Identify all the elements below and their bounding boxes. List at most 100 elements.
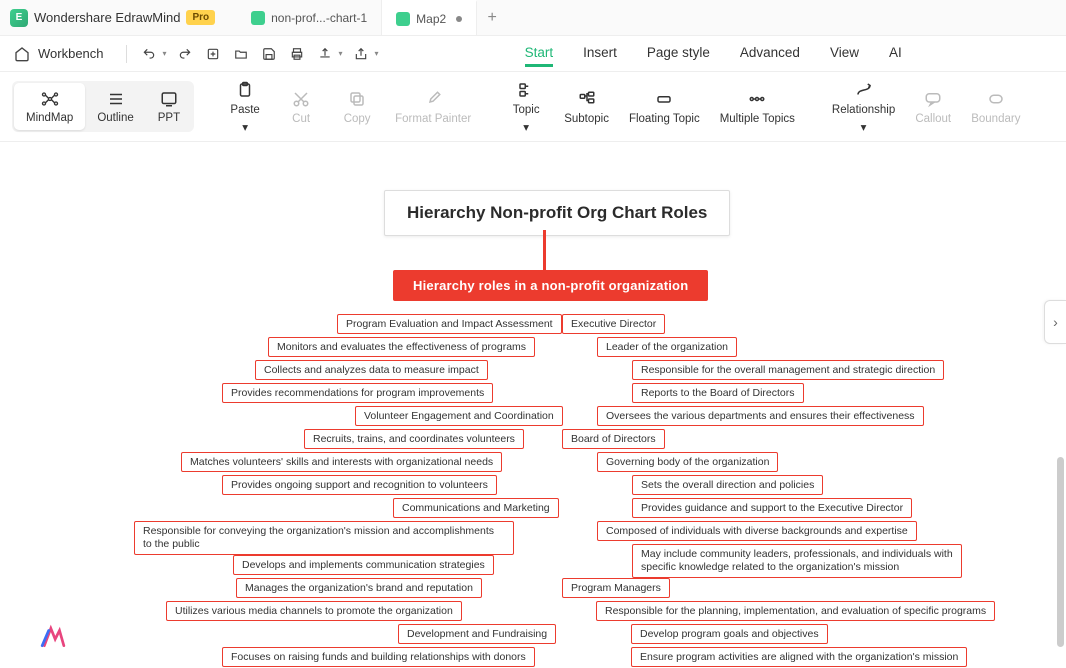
unsaved-dot-icon [456, 16, 462, 22]
pro-badge: Pro [186, 10, 215, 25]
relationship-icon [854, 80, 874, 100]
menu-insert[interactable]: Insert [583, 41, 617, 67]
view-ppt[interactable]: PPT [146, 83, 192, 130]
chevron-down-icon[interactable]: ▾ [339, 49, 343, 58]
view-mindmap[interactable]: MindMap [14, 83, 85, 130]
app-watermark-icon [40, 624, 66, 650]
menu-items: Start Insert Page style Advanced View AI [525, 41, 902, 67]
tab-map2[interactable]: Map2 [382, 0, 477, 35]
node-matches[interactable]: Matches volunteers' skills and interests… [181, 452, 502, 472]
menu-advanced[interactable]: Advanced [740, 41, 800, 67]
canvas[interactable]: Hierarchy Non-profit Org Chart Roles Hie… [0, 142, 1066, 668]
node-monitors[interactable]: Monitors and evaluates the effectiveness… [268, 337, 535, 357]
node-ensure-align[interactable]: Ensure program activities are aligned wi… [631, 647, 967, 667]
node-board[interactable]: Board of Directors [562, 429, 665, 449]
format-painter-button[interactable]: Format Painter [385, 85, 481, 129]
diagram-title[interactable]: Hierarchy Non-profit Org Chart Roles [384, 190, 730, 236]
subtopic-icon [577, 89, 597, 109]
subtopic-button[interactable]: Subtopic [554, 85, 619, 129]
topic-button[interactable]: Topic▾ [498, 76, 554, 138]
node-provides-guidance[interactable]: Provides guidance and support to the Exe… [632, 498, 912, 518]
share-icon[interactable] [353, 46, 369, 62]
node-prog-mgr[interactable]: Program Managers [562, 578, 670, 598]
tab-label: non-prof...-chart-1 [271, 11, 367, 25]
document-icon [396, 12, 410, 26]
connector [543, 230, 546, 272]
node-collects[interactable]: Collects and analyzes data to measure im… [255, 360, 488, 380]
boundary-button[interactable]: Boundary [961, 85, 1030, 129]
document-tabs: non-prof...-chart-1 Map2 + [237, 0, 507, 35]
chevron-down-icon[interactable]: ▾ [163, 49, 167, 58]
node-recruits[interactable]: Recruits, trains, and coordinates volunt… [304, 429, 524, 449]
node-manages-brand[interactable]: Manages the organization's brand and rep… [236, 578, 482, 598]
node-may-include[interactable]: May include community leaders, professio… [632, 544, 962, 578]
node-leader[interactable]: Leader of the organization [597, 337, 737, 357]
node-provides-rec[interactable]: Provides recommendations for program imp… [222, 383, 493, 403]
multiple-topics-button[interactable]: Multiple Topics [710, 85, 805, 129]
workbench-link[interactable]: Workbench [38, 46, 104, 61]
node-utilizes[interactable]: Utilizes various media channels to promo… [166, 601, 462, 621]
title-bar: E Wondershare EdrawMind Pro non-prof...-… [0, 0, 1066, 36]
divider [126, 45, 127, 63]
document-icon [251, 11, 265, 25]
vertical-scrollbar[interactable] [1057, 457, 1064, 647]
node-composed[interactable]: Composed of individuals with diverse bac… [597, 521, 917, 541]
node-provides-support[interactable]: Provides ongoing support and recognition… [222, 475, 497, 495]
open-icon[interactable] [233, 46, 249, 62]
node-volunteer[interactable]: Volunteer Engagement and Coordination [355, 406, 563, 426]
node-responsible-plan[interactable]: Responsible for the planning, implementa… [596, 601, 995, 621]
undo-icon[interactable] [141, 46, 157, 62]
print-icon[interactable] [289, 46, 305, 62]
paste-icon [235, 80, 255, 100]
node-focuses[interactable]: Focuses on raising funds and building re… [222, 647, 535, 667]
add-tab-button[interactable]: + [477, 9, 507, 27]
chevron-down-icon[interactable]: ▾ [375, 49, 379, 58]
view-label: PPT [158, 112, 180, 124]
ppt-icon [159, 89, 179, 109]
paste-button[interactable]: Paste▾ [217, 76, 273, 138]
node-sets-direction[interactable]: Sets the overall direction and policies [632, 475, 823, 495]
node-responsible-convey[interactable]: Responsible for conveying the organizati… [134, 521, 514, 555]
node-comms[interactable]: Communications and Marketing [393, 498, 559, 518]
relationship-button[interactable]: Relationship▾ [822, 76, 905, 138]
node-reports[interactable]: Reports to the Board of Directors [632, 383, 804, 403]
floating-topic-button[interactable]: Floating Topic [619, 85, 710, 129]
view-label: Outline [97, 112, 133, 124]
node-governing[interactable]: Governing body of the organization [597, 452, 778, 472]
brand-name: Wondershare EdrawMind [34, 10, 180, 25]
node-develops[interactable]: Develops and implements communication st… [233, 555, 494, 575]
view-label: MindMap [26, 112, 73, 124]
menu-view[interactable]: View [830, 41, 859, 67]
menu-ai[interactable]: AI [889, 41, 902, 67]
node-exec-dir[interactable]: Executive Director [562, 314, 665, 334]
node-prog-eval[interactable]: Program Evaluation and Impact Assessment [337, 314, 562, 334]
main-topic[interactable]: Hierarchy roles in a non-profit organiza… [393, 270, 708, 301]
boundary-icon [986, 89, 1006, 109]
home-icon[interactable] [14, 46, 30, 62]
tab-nonprofit-chart[interactable]: non-prof...-chart-1 [237, 0, 382, 35]
chevron-down-icon: ▾ [242, 120, 248, 134]
node-responsible-overall[interactable]: Responsible for the overall management a… [632, 360, 944, 380]
copy-icon [347, 89, 367, 109]
app-logo-icon: E [10, 9, 28, 27]
copy-button[interactable]: Copy [329, 85, 385, 129]
cut-icon [291, 89, 311, 109]
cut-button[interactable]: Cut [273, 85, 329, 129]
menu-page-style[interactable]: Page style [647, 41, 710, 67]
node-oversees[interactable]: Oversees the various departments and ens… [597, 406, 924, 426]
export-icon[interactable] [317, 46, 333, 62]
view-toggle: MindMap Outline PPT [12, 81, 194, 132]
expand-panel-button[interactable]: › [1044, 300, 1066, 344]
menu-start[interactable]: Start [525, 41, 554, 67]
redo-icon[interactable] [177, 46, 193, 62]
view-outline[interactable]: Outline [85, 83, 145, 130]
node-dev-fund[interactable]: Development and Fundraising [398, 624, 556, 644]
new-icon[interactable] [205, 46, 221, 62]
brush-icon [423, 89, 443, 109]
callout-button[interactable]: Callout [905, 85, 961, 129]
outline-icon [106, 89, 126, 109]
node-develop-goals[interactable]: Develop program goals and objectives [631, 624, 828, 644]
chevron-down-icon: ▾ [861, 120, 867, 134]
save-icon[interactable] [261, 46, 277, 62]
floating-topic-icon [654, 89, 674, 109]
